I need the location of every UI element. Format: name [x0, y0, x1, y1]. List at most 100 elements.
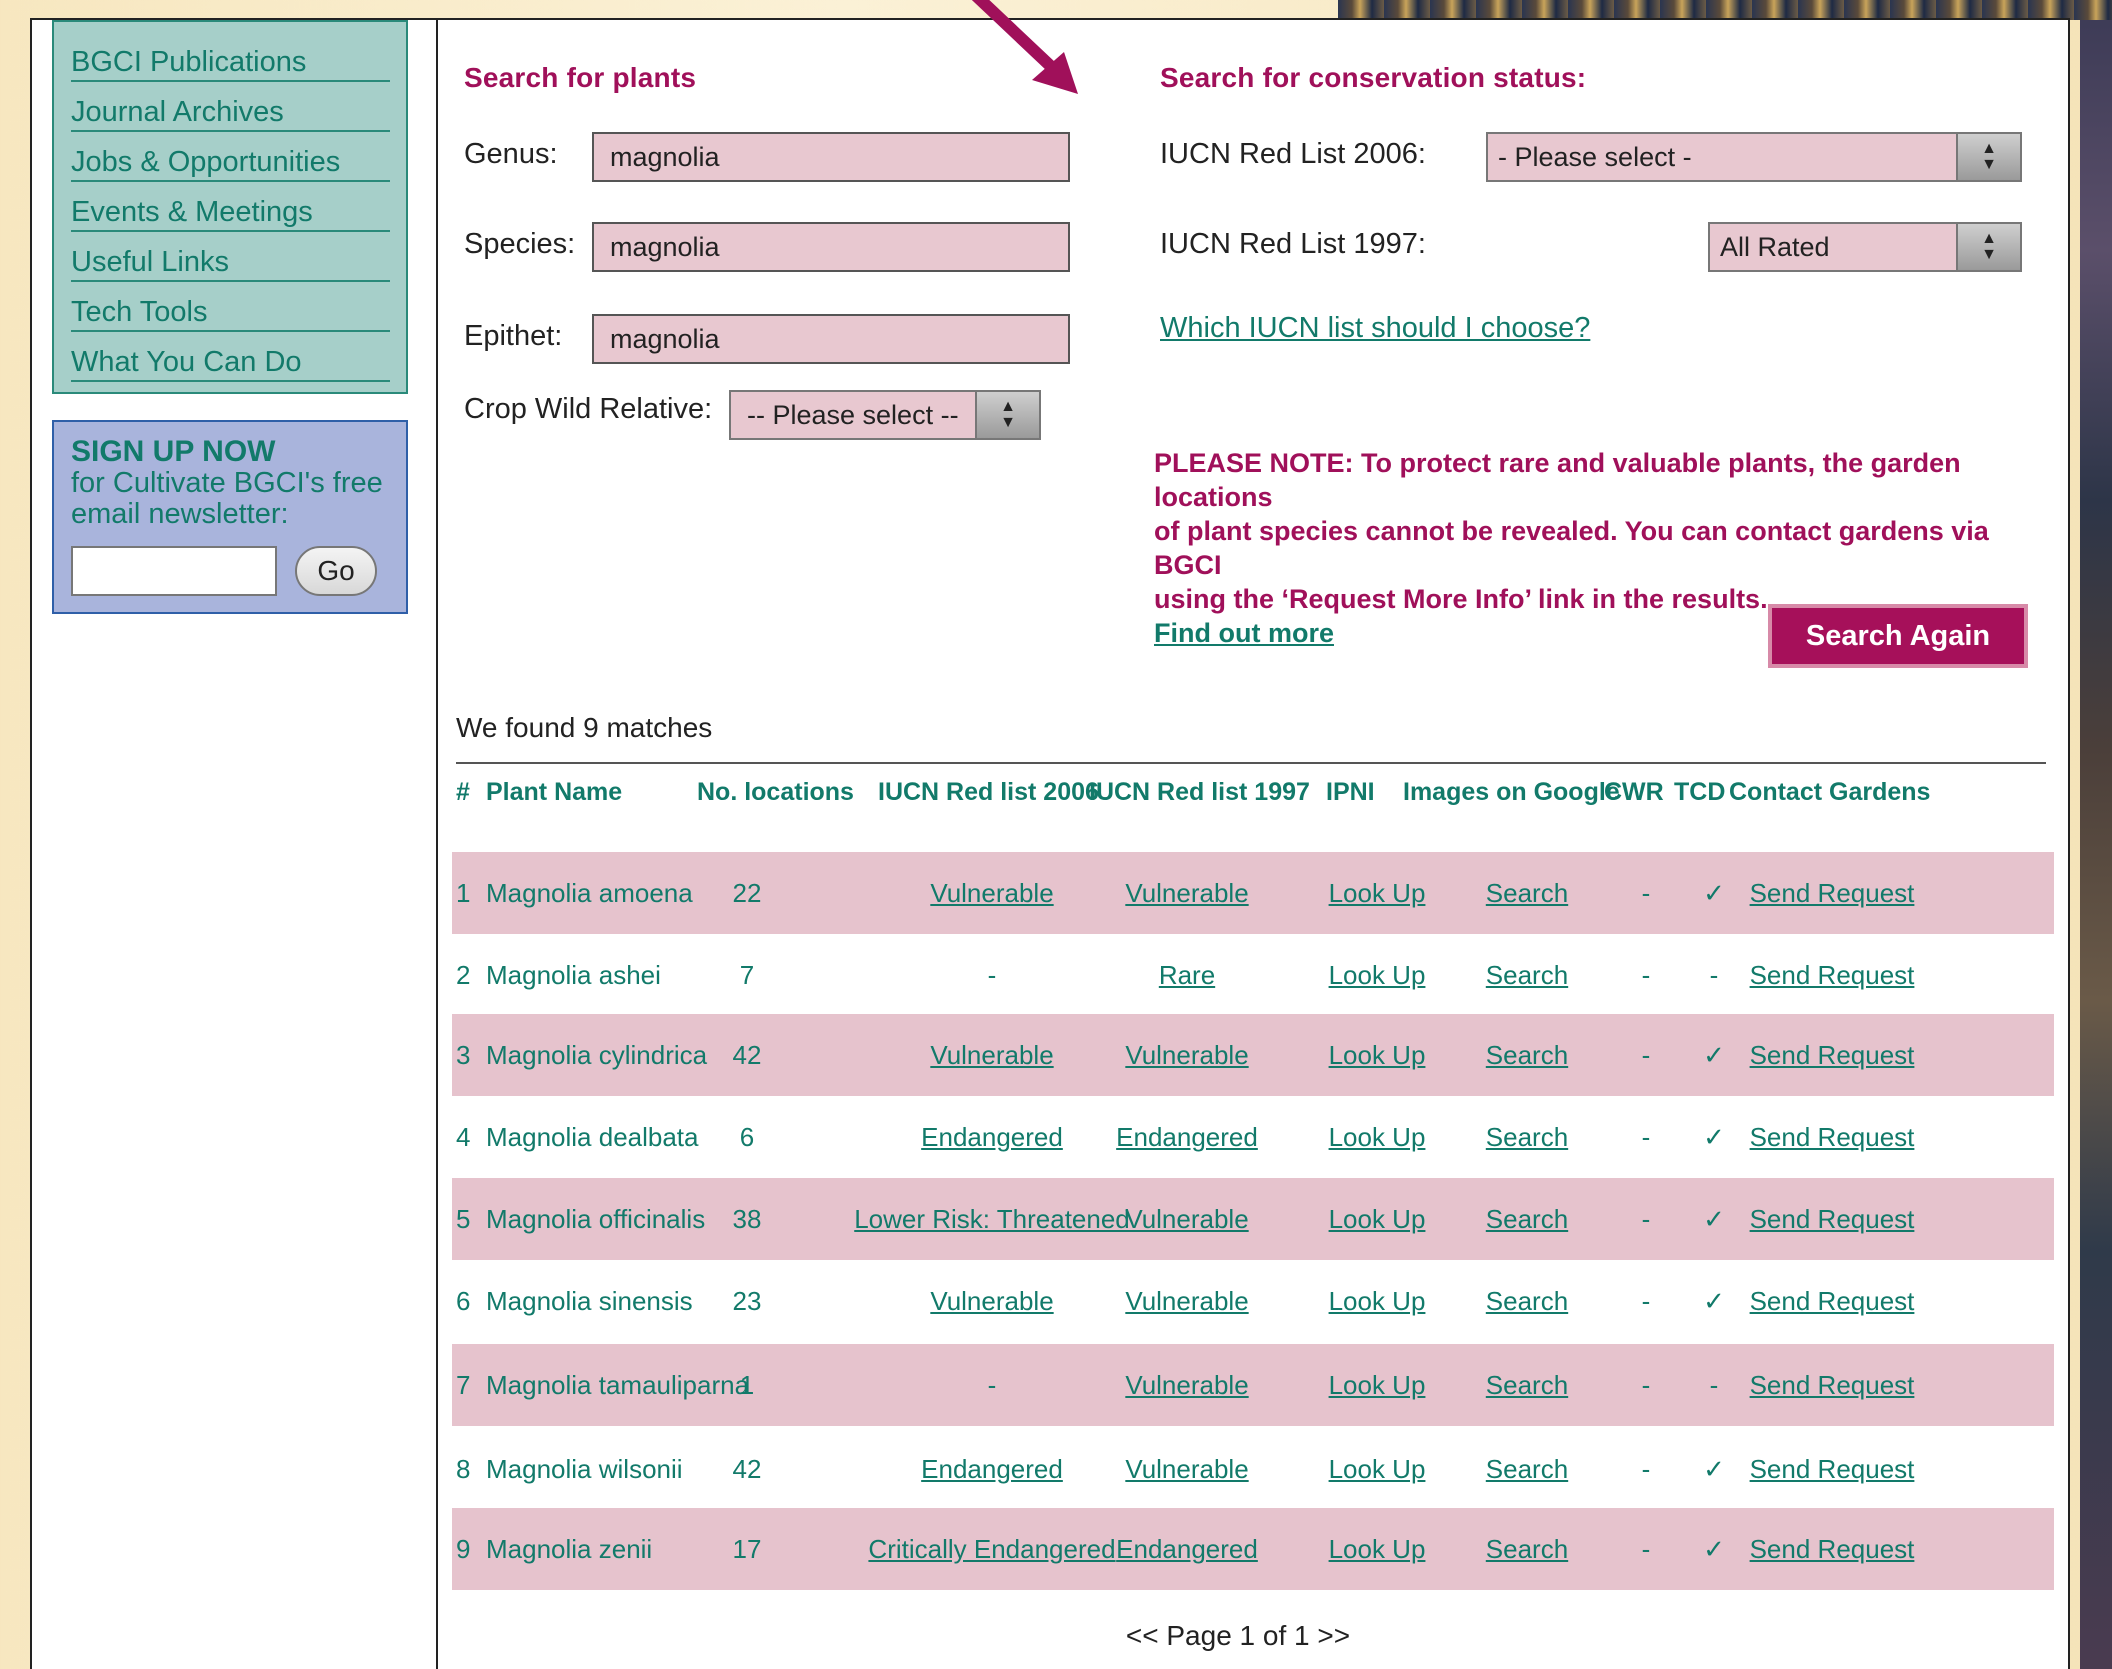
- cell-tcd: ✓: [1703, 1454, 1725, 1484]
- sidebar: BGCI Publications Journal Archives Jobs …: [52, 20, 408, 614]
- table-row: 6 Magnolia sinensis 23 Vulnerable Vulnerable…: [452, 1260, 2054, 1342]
- cell-cwr: -: [1641, 1122, 1651, 1152]
- iucn-1997-value: All Rated: [1720, 232, 1830, 262]
- cell-ipni-lookup-link[interactable]: Look Up: [1329, 878, 1426, 908]
- cell-iucn-2006-link[interactable]: Vulnerable: [930, 1286, 1053, 1316]
- cell-google-search: Search: [1452, 1014, 1602, 1096]
- nav-journal-archives[interactable]: Journal Archives: [71, 94, 390, 132]
- cell-cwr: -: [1641, 960, 1651, 990]
- cell-send-request-link[interactable]: Send Request: [1750, 1286, 1915, 1316]
- cell-send-request-link[interactable]: Send Request: [1750, 1454, 1915, 1484]
- iucn-1997-select[interactable]: All Rated ▲ ▼: [1708, 222, 2022, 272]
- cell-google-search-link[interactable]: Search: [1486, 960, 1568, 990]
- cell-send-request: Send Request: [1732, 1178, 1932, 1260]
- cell-send-request-link[interactable]: Send Request: [1750, 1040, 1915, 1070]
- note-line2: of plant species cannot be revealed. You…: [1154, 516, 1989, 580]
- cell-google-search-link[interactable]: Search: [1486, 1122, 1568, 1152]
- cell-send-request: Send Request: [1732, 1096, 1932, 1178]
- go-button[interactable]: Go: [295, 546, 377, 596]
- search-again-button[interactable]: Search Again: [1768, 604, 2028, 668]
- col-header-images: Images on Google: [1403, 778, 1620, 806]
- crop-wild-relative-select[interactable]: -- Please select -- ▲ ▼: [729, 390, 1041, 440]
- cell-iucn-2006: Endangered: [842, 1096, 1142, 1178]
- cell-send-request-link[interactable]: Send Request: [1750, 1204, 1915, 1234]
- cell-tcd: ✓: [1703, 1122, 1725, 1152]
- cell-iucn-1997-link[interactable]: Endangered: [1116, 1122, 1258, 1152]
- cell-google-search-link[interactable]: Search: [1486, 1286, 1568, 1316]
- cell-google-search: Search: [1452, 934, 1602, 1016]
- cell-ipni-lookup-link[interactable]: Look Up: [1329, 1204, 1426, 1234]
- cell-locations: 42: [732, 1454, 762, 1484]
- cell-iucn-1997: Vulnerable: [1102, 1344, 1272, 1426]
- cell-ipni-lookup-link[interactable]: Look Up: [1329, 1370, 1426, 1400]
- cell-ipni-lookup-link[interactable]: Look Up: [1329, 960, 1426, 990]
- cell-ipni-lookup: Look Up: [1302, 852, 1452, 934]
- cell-google-search-link[interactable]: Search: [1486, 1040, 1568, 1070]
- cell-google-search: Search: [1452, 1096, 1602, 1178]
- note-line1: PLEASE NOTE: To protect rare and valuabl…: [1154, 448, 1961, 512]
- species-input[interactable]: magnolia: [592, 222, 1070, 272]
- iucn-2006-label: IUCN Red List 2006:: [1160, 138, 1426, 170]
- cell-tcd: -: [1709, 960, 1719, 990]
- cell-tcd: ✓: [1703, 1040, 1725, 1070]
- nav-jobs-opportunities[interactable]: Jobs & Opportunities: [71, 144, 390, 182]
- cell-iucn-1997: Vulnerable: [1102, 852, 1272, 934]
- cell-google-search-link[interactable]: Search: [1486, 1534, 1568, 1564]
- select-arrows-icon: ▲ ▼: [1956, 134, 2020, 180]
- cell-iucn-1997-link[interactable]: Rare: [1159, 960, 1215, 990]
- nav-useful-links[interactable]: Useful Links: [71, 244, 390, 282]
- cell-iucn-1997-link[interactable]: Vulnerable: [1125, 1454, 1248, 1484]
- which-iucn-list-link[interactable]: Which IUCN list should I choose?: [1160, 312, 1590, 345]
- cell-iucn-2006-link[interactable]: Endangered: [921, 1122, 1063, 1152]
- cell-google-search-link[interactable]: Search: [1486, 1204, 1568, 1234]
- cell-google-search-link[interactable]: Search: [1486, 878, 1568, 908]
- signup-text-line2: email newsletter:: [71, 498, 289, 530]
- cell-plant-name: Magnolia cylindrica: [486, 1040, 708, 1070]
- cell-ipni-lookup-link[interactable]: Look Up: [1329, 1040, 1426, 1070]
- cell-google-search-link[interactable]: Search: [1486, 1454, 1568, 1484]
- col-header-contact: Contact Gardens: [1729, 778, 1931, 806]
- nav-tech-tools[interactable]: Tech Tools: [71, 294, 390, 332]
- cell-num: 9: [456, 1534, 471, 1564]
- cell-google-search-link[interactable]: Search: [1486, 1370, 1568, 1400]
- nav-bgci-publications[interactable]: BGCI Publications: [71, 44, 390, 82]
- cell-ipni-lookup-link[interactable]: Look Up: [1329, 1286, 1426, 1316]
- cell-send-request-link[interactable]: Send Request: [1750, 878, 1915, 908]
- pager: << Page 1 of 1 >>: [1125, 1620, 1351, 1651]
- nav-events-meetings[interactable]: Events & Meetings: [71, 194, 390, 232]
- cell-google-search: Search: [1452, 1428, 1602, 1510]
- cell-iucn-2006-link[interactable]: Endangered: [921, 1454, 1063, 1484]
- cell-iucn-2006-link[interactable]: Vulnerable: [930, 878, 1053, 908]
- cell-iucn-2006-link[interactable]: Critically Endangered: [868, 1534, 1115, 1564]
- cell-iucn-1997-link[interactable]: Vulnerable: [1125, 1370, 1248, 1400]
- cell-plant-name: Magnolia ashei: [486, 960, 661, 990]
- results-divider: [456, 762, 2046, 764]
- find-out-more-link[interactable]: Find out more: [1154, 618, 1334, 648]
- cell-ipni-lookup-link[interactable]: Look Up: [1329, 1122, 1426, 1152]
- genus-input[interactable]: magnolia: [592, 132, 1070, 182]
- cell-iucn-2006-link[interactable]: Lower Risk: Threatened: [854, 1204, 1130, 1234]
- cell-iucn-1997-link[interactable]: Vulnerable: [1125, 1040, 1248, 1070]
- cell-ipni-lookup-link[interactable]: Look Up: [1329, 1454, 1426, 1484]
- nav-what-you-can-do[interactable]: What You Can Do: [71, 344, 390, 382]
- cell-send-request-link[interactable]: Send Request: [1750, 960, 1915, 990]
- cell-iucn-1997-link[interactable]: Vulnerable: [1125, 878, 1248, 908]
- cell-iucn-2006-link[interactable]: Vulnerable: [930, 1040, 1053, 1070]
- cell-iucn-1997-link[interactable]: Vulnerable: [1125, 1286, 1248, 1316]
- newsletter-email-input[interactable]: [71, 546, 277, 596]
- cell-iucn-1997-link[interactable]: Endangered: [1116, 1534, 1258, 1564]
- cell-send-request-link[interactable]: Send Request: [1750, 1370, 1915, 1400]
- cell-send-request-link[interactable]: Send Request: [1750, 1122, 1915, 1152]
- cell-num: 2: [456, 960, 471, 990]
- cell-send-request-link[interactable]: Send Request: [1750, 1534, 1915, 1564]
- iucn-2006-select[interactable]: - Please select - ▲ ▼: [1486, 132, 2022, 182]
- cell-iucn-1997-link[interactable]: Vulnerable: [1125, 1204, 1248, 1234]
- epithet-input[interactable]: magnolia: [592, 314, 1070, 364]
- select-arrows-icon: ▲ ▼: [975, 392, 1039, 438]
- cell-ipni-lookup: Look Up: [1302, 1096, 1452, 1178]
- cell-ipni-lookup-link[interactable]: Look Up: [1329, 1534, 1426, 1564]
- cell-locations: 22: [732, 878, 762, 908]
- cell-google-search: Search: [1452, 852, 1602, 934]
- cell-iucn-1997: Endangered: [1102, 1096, 1272, 1178]
- cell-google-search: Search: [1452, 1344, 1602, 1426]
